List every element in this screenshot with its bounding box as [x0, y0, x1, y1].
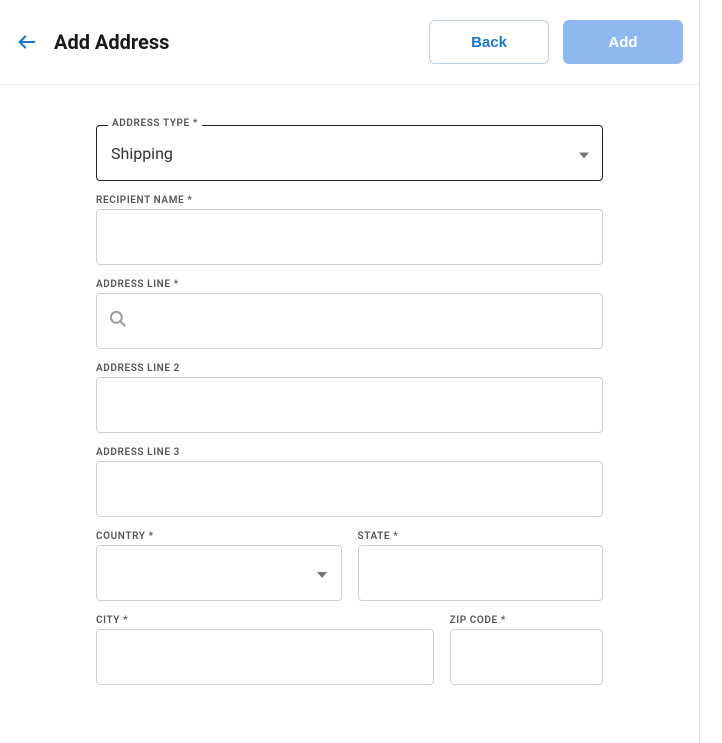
address-form: ADDRESS TYPE * Shipping RECIPIENT NAME *…	[0, 85, 699, 685]
address-line-3-field: ADDRESS LINE 3	[96, 461, 603, 517]
recipient-name-field: RECIPIENT NAME *	[96, 209, 603, 265]
back-arrow-icon[interactable]	[16, 31, 38, 53]
recipient-name-label: RECIPIENT NAME *	[96, 195, 192, 206]
address-line-2-label: ADDRESS LINE 2	[96, 363, 180, 374]
caret-down-icon	[317, 564, 327, 582]
recipient-name-input[interactable]	[96, 209, 603, 265]
country-select[interactable]	[96, 545, 342, 601]
zip-label: ZIP CODE *	[450, 615, 506, 626]
address-line-field: ADDRESS LINE *	[96, 293, 603, 349]
state-label: STATE *	[358, 531, 399, 542]
city-input[interactable]	[96, 629, 434, 685]
address-line-label: ADDRESS LINE *	[96, 279, 179, 290]
city-field: CITY *	[96, 629, 434, 685]
address-type-field[interactable]: ADDRESS TYPE * Shipping	[96, 125, 603, 181]
state-field: STATE *	[358, 545, 604, 601]
zip-field: ZIP CODE *	[450, 629, 603, 685]
address-line-2-field: ADDRESS LINE 2	[96, 377, 603, 433]
country-field: COUNTRY *	[96, 545, 342, 601]
address-type-label: ADDRESS TYPE *	[108, 118, 202, 129]
country-label: COUNTRY *	[96, 531, 154, 542]
address-line-3-input[interactable]	[96, 461, 603, 517]
header-actions: Back Add	[429, 20, 683, 64]
page-header: Add Address Back Add	[0, 0, 699, 85]
page-title: Add Address	[54, 30, 429, 54]
back-button[interactable]: Back	[429, 20, 549, 64]
add-button[interactable]: Add	[563, 20, 683, 64]
address-line-2-input[interactable]	[96, 377, 603, 433]
zip-input[interactable]	[450, 629, 603, 685]
address-type-select[interactable]: Shipping	[96, 125, 603, 181]
address-line-3-label: ADDRESS LINE 3	[96, 447, 180, 458]
city-label: CITY *	[96, 615, 128, 626]
search-icon	[108, 309, 128, 333]
state-input[interactable]	[358, 545, 604, 601]
address-line-input[interactable]	[96, 293, 603, 349]
